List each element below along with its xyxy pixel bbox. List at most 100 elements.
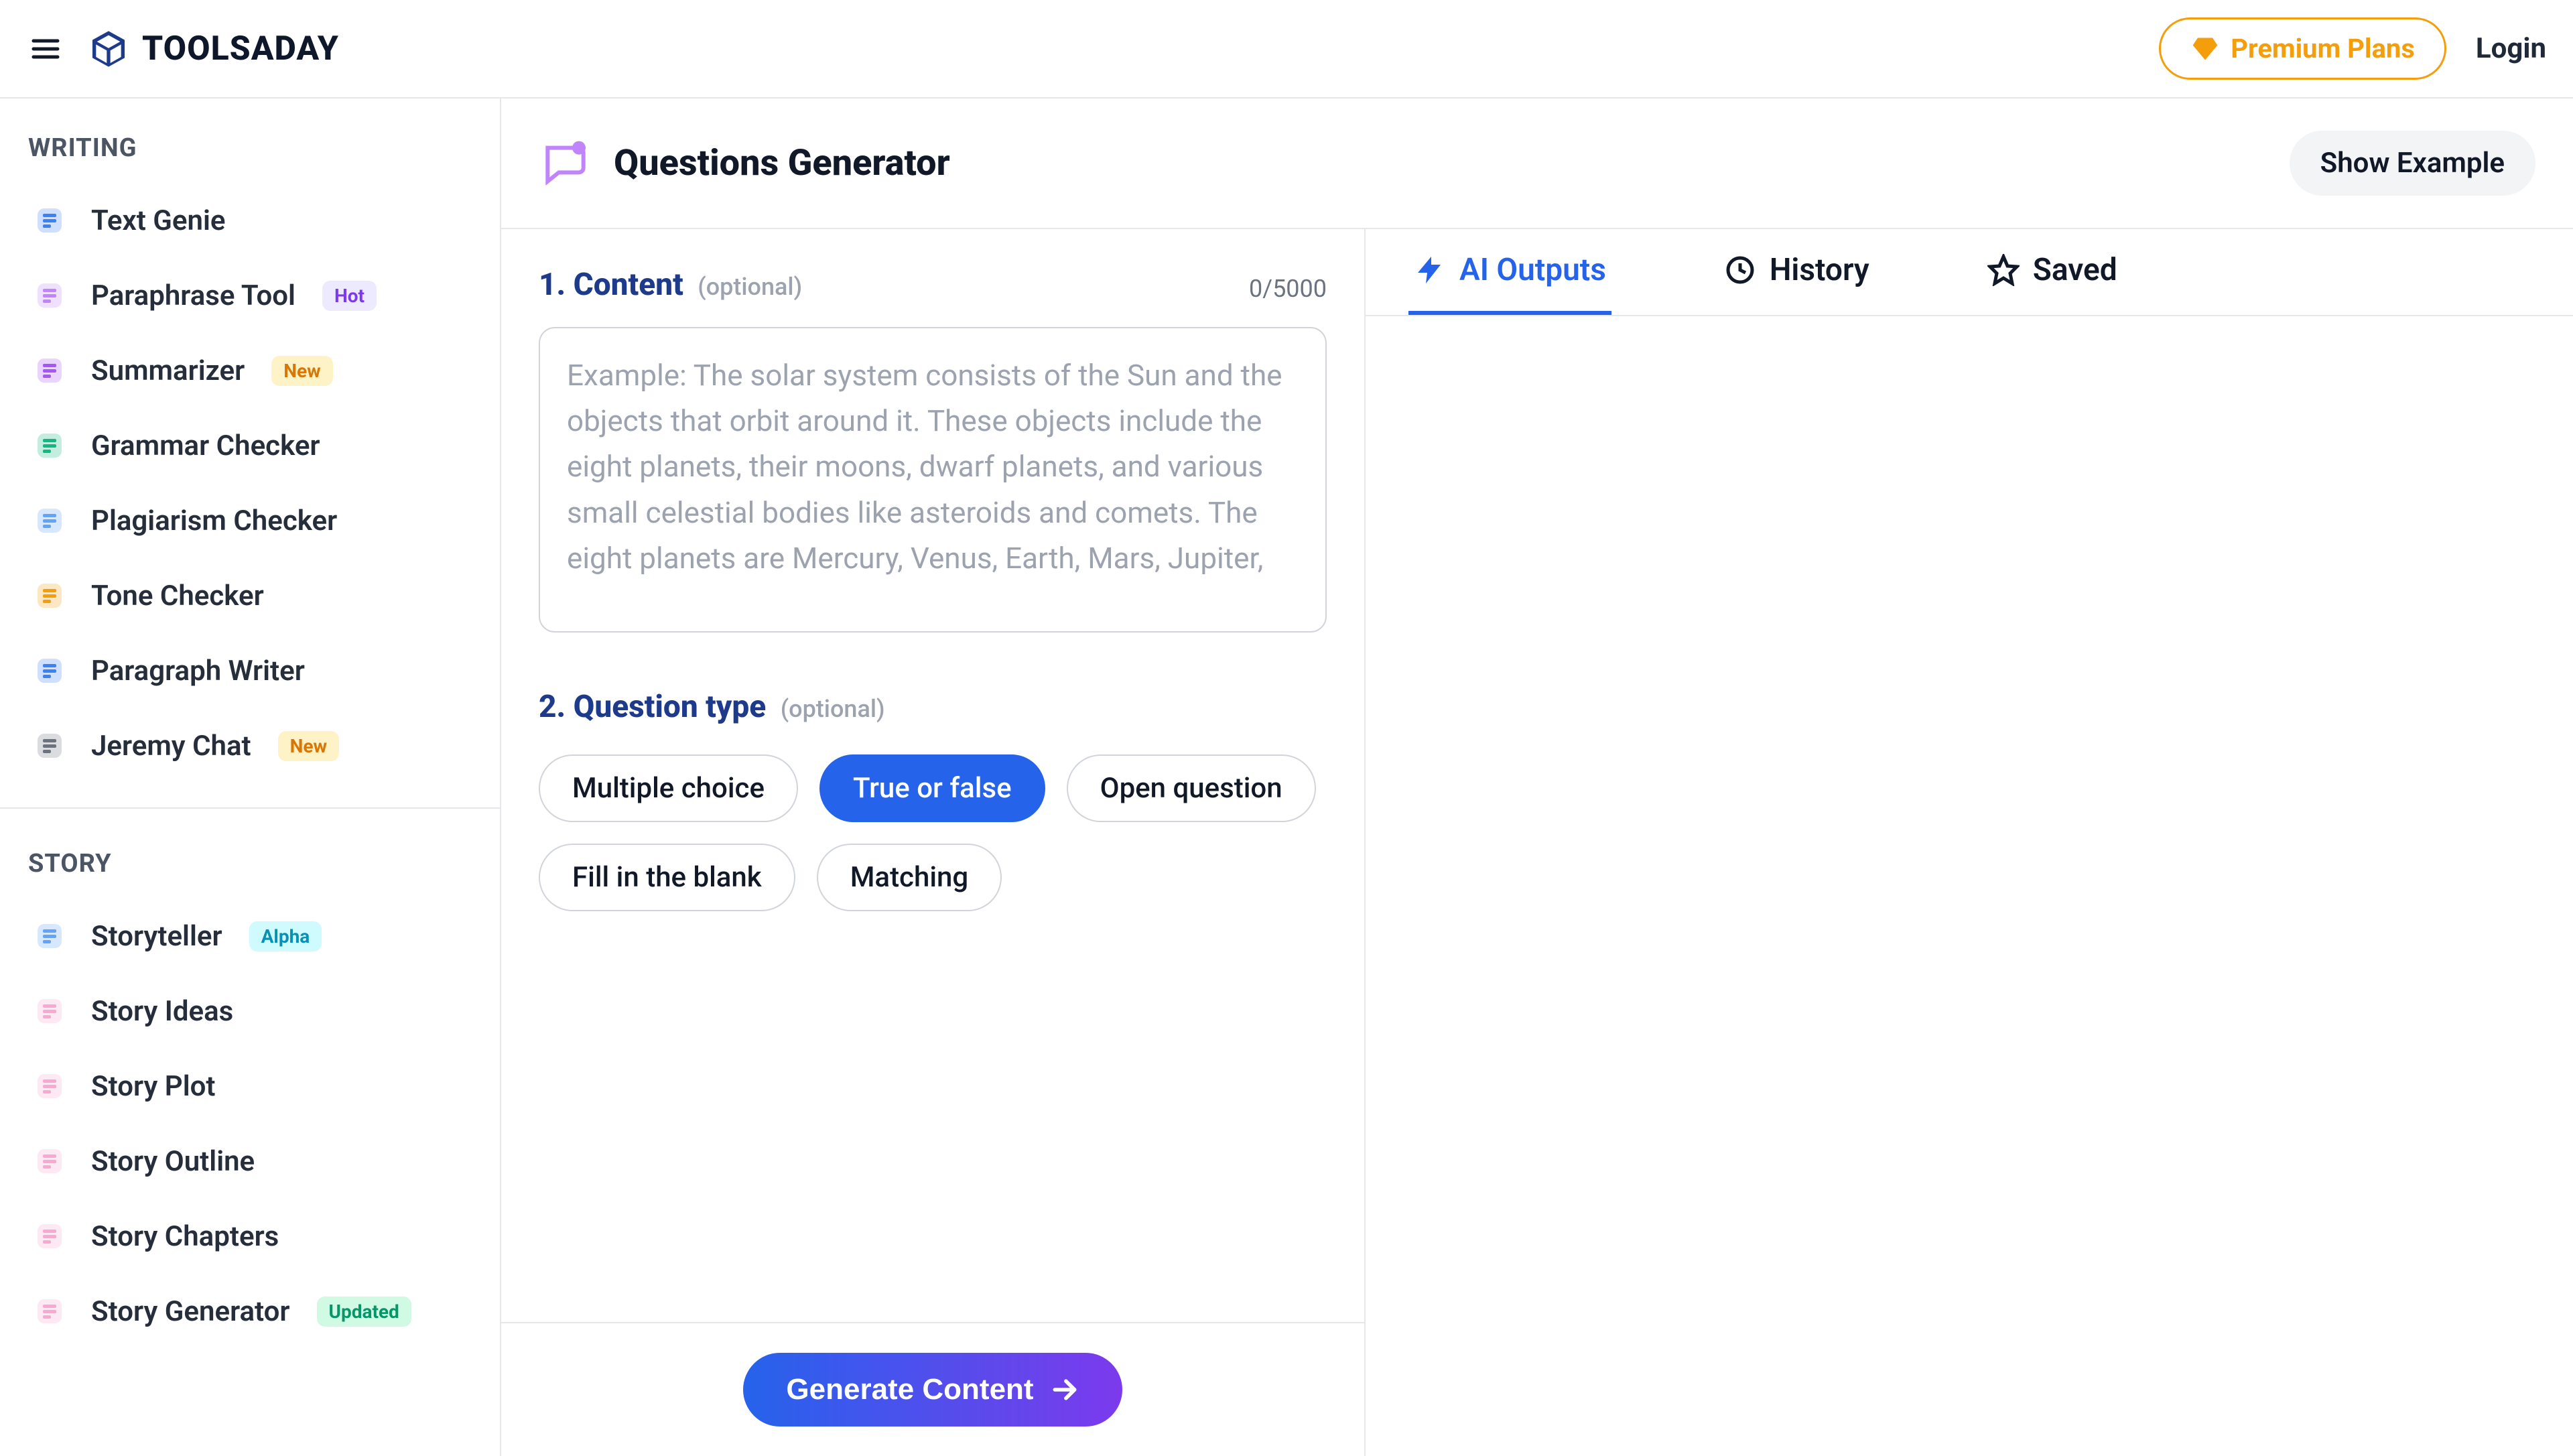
svg-text:?: ? [577,145,581,155]
sidebar-item[interactable]: Story Plot [0,1049,500,1124]
qtype-label: 2. Question type (optional) [539,689,1327,725]
sidebar-item-icon-wrap [28,1290,71,1333]
sidebar-item[interactable]: Plagiarism Checker [0,483,500,558]
sidebar-item-icon-wrap [28,1140,71,1183]
qtype-option[interactable]: Open question [1067,754,1316,822]
generate-bar: Generate Content [501,1322,1364,1456]
sidebar-item-badge: Alpha [249,921,322,951]
sidebar-section-writing: WRITING [0,125,500,183]
tab-label: History [1770,252,1869,288]
content-optional: (optional) [698,273,802,301]
qtype-option[interactable]: Multiple choice [539,754,798,822]
sidebar-item-icon-wrap [28,1065,71,1108]
sidebar-item-icon [34,354,66,387]
output-tabs: AI Outputs History Saved [1366,229,2573,316]
sidebar-section-story: STORY [0,841,500,899]
logo-mark-icon [87,27,130,70]
questions-generator-icon: ? [539,137,592,190]
sidebar-item[interactable]: Tone Checker [0,558,500,633]
sidebar-item-icon [34,279,66,312]
main: ? Questions Generator Show Example 1. Co… [501,98,2573,1456]
sidebar-item-badge: New [278,731,339,761]
premium-plans-button[interactable]: Premium Plans [2159,17,2446,80]
sidebar-item-icon [34,920,66,952]
sidebar-item-label: Story Chapters [91,1220,279,1253]
generate-content-button[interactable]: Generate Content [743,1353,1122,1427]
sidebar-item[interactable]: Text Genie [0,183,500,258]
login-link[interactable]: Login [2476,32,2546,65]
sidebar-item[interactable]: Paraphrase Tool Hot [0,258,500,333]
qtype-label-text: 2. Question type [539,689,766,725]
sidebar-item-icon [34,580,66,612]
menu-toggle-button[interactable] [27,30,64,68]
sidebar-item-icon-wrap [28,649,71,692]
sidebar-item[interactable]: Story Outline [0,1124,500,1199]
left-panel: 1. Content (optional) 0/5000 2. Question… [501,229,1366,1456]
sidebar: WRITING Text Genie Paraphrase Tool Hot Su… [0,98,501,1456]
sidebar-item[interactable]: Story Chapters [0,1199,500,1274]
sidebar-item-icon-wrap [28,499,71,542]
sidebar-item-icon [34,1295,66,1327]
sidebar-separator [0,807,500,809]
tab-label: Saved [2033,252,2117,288]
sidebar-item-label: Story Generator [91,1295,290,1328]
body-wrap: WRITING Text Genie Paraphrase Tool Hot Su… [0,98,2573,1456]
sidebar-item-icon-wrap [28,199,71,242]
sidebar-item-icon [34,1220,66,1252]
output-tab[interactable]: History [1719,229,1875,315]
brand-text: TOOLSADAY [142,29,339,68]
sidebar-item[interactable]: Story Ideas [0,974,500,1049]
sidebar-item-icon-wrap [28,424,71,467]
sidebar-item-label: Jeremy Chat [91,730,251,763]
content-field-header: 1. Content (optional) 0/5000 [539,267,1327,303]
sidebar-item-icon-wrap [28,1215,71,1258]
sidebar-item-label: Grammar Checker [91,429,320,462]
sidebar-item-icon-wrap [28,915,71,957]
sidebar-item-label: Tone Checker [91,580,264,612]
content-label: 1. Content (optional) [539,267,802,303]
form-area: 1. Content (optional) 0/5000 2. Question… [501,229,1364,1322]
sidebar-item-badge: New [271,356,332,386]
sidebar-item-label: Paraphrase Tool [91,279,295,312]
topbar-right: Premium Plans Login [2159,17,2546,80]
panels: 1. Content (optional) 0/5000 2. Question… [501,229,2573,1456]
sidebar-item-label: Text Genie [91,204,226,237]
sidebar-item-icon [34,204,66,237]
page-title-wrap: ? Questions Generator [539,137,950,190]
sidebar-item-badge: Updated [317,1297,411,1327]
sidebar-item-badge: Hot [322,281,377,311]
sidebar-item[interactable]: Grammar Checker [0,408,500,483]
sidebar-item[interactable]: Story Generator Updated [0,1274,500,1349]
output-tab[interactable]: Saved [1982,229,2123,315]
sidebar-item-icon-wrap [28,574,71,617]
content-label-text: 1. Content [539,267,683,303]
content-textarea[interactable] [539,327,1327,633]
sidebar-item-label: Storyteller [91,920,222,953]
sidebar-item-icon [34,995,66,1027]
sidebar-item-icon [34,1145,66,1177]
generate-label: Generate Content [786,1373,1033,1406]
sidebar-item[interactable]: Jeremy Chat New [0,708,500,783]
brand-logo[interactable]: TOOLSADAY [87,27,339,70]
hamburger-icon [29,33,62,65]
sidebar-item[interactable]: Summarizer New [0,333,500,408]
qtype-optional: (optional) [781,695,885,723]
sidebar-item-icon-wrap [28,274,71,317]
sidebar-item-icon-wrap [28,724,71,767]
topbar: TOOLSADAY Premium Plans Login [0,0,2573,98]
sidebar-item-label: Summarizer [91,354,245,387]
arrow-right-icon [1050,1375,1079,1404]
sidebar-item[interactable]: Paragraph Writer [0,633,500,708]
sidebar-item[interactable]: Storyteller Alpha [0,899,500,974]
qtype-options: Multiple choice True or false Open questio… [539,754,1327,911]
sidebar-item-label: Story Outline [91,1145,255,1178]
sidebar-item-icon [34,429,66,462]
sidebar-item-icon [34,1070,66,1102]
qtype-option[interactable]: Fill in the blank [539,844,795,911]
show-example-button[interactable]: Show Example [2290,131,2535,196]
output-tab[interactable]: AI Outputs [1408,229,1611,315]
qtype-option[interactable]: True or false [819,754,1045,822]
bolt-icon [1414,254,1446,286]
premium-label: Premium Plans [2231,33,2415,64]
qtype-option[interactable]: Matching [817,844,1002,911]
